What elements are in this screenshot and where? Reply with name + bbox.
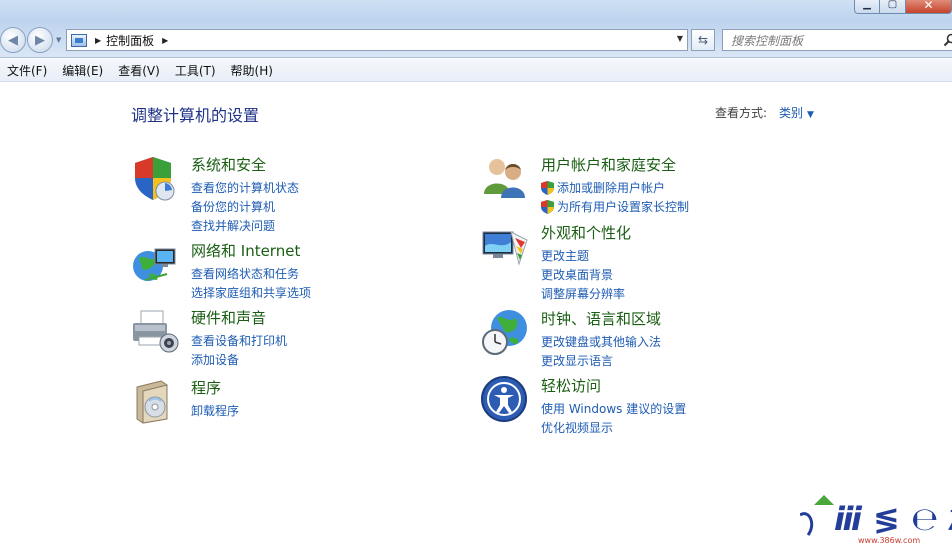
category-title[interactable]: 轻松访问 [541,375,686,396]
watermark-text: ⅲ ≶ ℮ ƛ [834,500,952,538]
close-button[interactable]: ✕ [906,0,952,14]
task-link[interactable]: 查找并解决问题 [191,216,299,235]
menu-help[interactable]: 帮助(H) [224,62,281,79]
control-panel-window: ▁ ▢ ✕ ◀ ▶ ▼ ▶ 控制面板 ▶ ▼ ⇆ 搜索控制面板 文件(F) 编辑… [0,0,952,548]
category-title[interactable]: 外观和个性化 [541,222,631,243]
back-button[interactable]: ◀ [0,27,26,53]
window-controls: ▁ ▢ ✕ [854,0,952,14]
navigation-bar: ◀ ▶ ▼ ▶ 控制面板 ▶ ▼ ⇆ [0,22,952,58]
refresh-button[interactable]: ⇆ [691,29,715,51]
category-text: 外观和个性化 更改主题 更改桌面背景 调整屏幕分辨率 [541,222,631,303]
uac-shield-icon [541,180,554,195]
category-text: 用户帐户和家庭安全 添加或删除用户帐户 为所有用户设置家长控制 [541,154,689,216]
display-color-icon[interactable] [481,222,529,270]
control-panel-icon [71,33,87,47]
category-text: 系统和安全 查看您的计算机状态 备份您的计算机 查找并解决问题 [191,154,299,235]
breadcrumb-separator-icon[interactable]: ▶ [95,36,101,45]
task-link-label[interactable]: 为所有用户设置家长控制 [557,198,689,215]
ease-of-access-icon[interactable] [481,375,529,423]
chevron-down-icon[interactable]: ▼ [807,110,814,120]
task-link[interactable]: 卸载程序 [191,401,239,420]
programs-disc-icon[interactable] [131,377,179,425]
chevron-down-icon[interactable]: ▼ [677,34,683,43]
page-title: 调整计算机的设置 [131,106,260,125]
category-text: 网络和 Internet 查看网络状态和任务 选择家庭组和共享选项 [191,240,311,302]
maximize-button[interactable]: ▢ [880,0,906,14]
category-text: 轻松访问 使用 Windows 建议的设置 优化视频显示 [541,375,686,437]
task-link[interactable]: 查看网络状态和任务 [191,264,311,283]
title-bar: ▁ ▢ ✕ [0,0,952,22]
shield-check-icon[interactable] [131,154,179,202]
clock-globe-icon[interactable] [481,308,529,356]
menu-edit[interactable]: 编辑(E) [55,62,111,79]
network-globe-icon[interactable] [131,240,179,288]
view-by-dropdown[interactable]: 类别 ▼ [779,104,814,121]
printer-icon[interactable] [131,307,179,355]
category-title[interactable]: 用户帐户和家庭安全 [541,154,689,175]
task-link[interactable]: 选择家庭组和共享选项 [191,283,311,302]
task-link[interactable]: 更改键盘或其他输入法 [541,332,661,351]
menu-file[interactable]: 文件(F) [0,62,55,79]
task-link[interactable]: 查看设备和打印机 [191,331,287,350]
users-icon[interactable] [481,154,529,202]
category-text: 程序 卸载程序 [191,377,239,420]
task-link-with-shield[interactable]: 为所有用户设置家长控制 [541,197,689,216]
breadcrumb-control-panel[interactable]: 控制面板 [106,32,154,49]
refresh-icon: ⇆ [697,33,709,47]
arrow-left-icon: ◀ [8,32,18,48]
menu-tools[interactable]: 工具(T) [168,62,224,79]
category-text: 时钟、语言和区域 更改键盘或其他输入法 更改显示语言 [541,308,661,370]
forward-button[interactable]: ▶ [27,27,53,53]
task-link[interactable]: 更改桌面背景 [541,265,631,284]
task-link[interactable]: 更改显示语言 [541,351,661,370]
task-link[interactable]: 查看您的计算机状态 [191,178,299,197]
task-link[interactable]: 优化视频显示 [541,418,686,437]
category-title[interactable]: 时钟、语言和区域 [541,308,661,329]
category-title[interactable]: 程序 [191,377,239,398]
search-icon[interactable] [943,33,952,47]
watermark-url: www.386w.com [858,536,921,545]
category-text: 硬件和声音 查看设备和打印机 添加设备 [191,307,287,369]
view-by-label: 查看方式: [715,106,768,120]
task-link[interactable]: 添加设备 [191,350,287,369]
category-title[interactable]: 系统和安全 [191,154,299,175]
address-bar[interactable]: ▶ 控制面板 ▶ ▼ [66,29,688,51]
task-link-with-shield[interactable]: 添加或删除用户帐户 [541,178,689,197]
category-title[interactable]: 网络和 Internet [191,240,311,261]
task-link-label[interactable]: 添加或删除用户帐户 [557,179,665,196]
uac-shield-icon [541,199,554,214]
task-link[interactable]: 备份您的计算机 [191,197,299,216]
breadcrumb-separator-icon[interactable]: ▶ [162,36,168,45]
task-link[interactable]: 使用 Windows 建议的设置 [541,399,686,418]
menu-view[interactable]: 查看(V) [111,62,168,79]
recent-pages-dropdown[interactable]: ▼ [56,36,61,44]
menu-bar: 文件(F) 编辑(E) 查看(V) 工具(T) 帮助(H) [0,59,952,82]
view-by-value[interactable]: 类别 [779,106,803,120]
task-link[interactable]: 更改主题 [541,246,631,265]
search-input[interactable] [723,31,933,51]
minimize-button[interactable]: ▁ [854,0,880,14]
task-link[interactable]: 调整屏幕分辨率 [541,284,631,303]
category-title[interactable]: 硬件和声音 [191,307,287,328]
arrow-right-icon: ▶ [35,32,45,48]
search-box[interactable] [722,29,952,51]
